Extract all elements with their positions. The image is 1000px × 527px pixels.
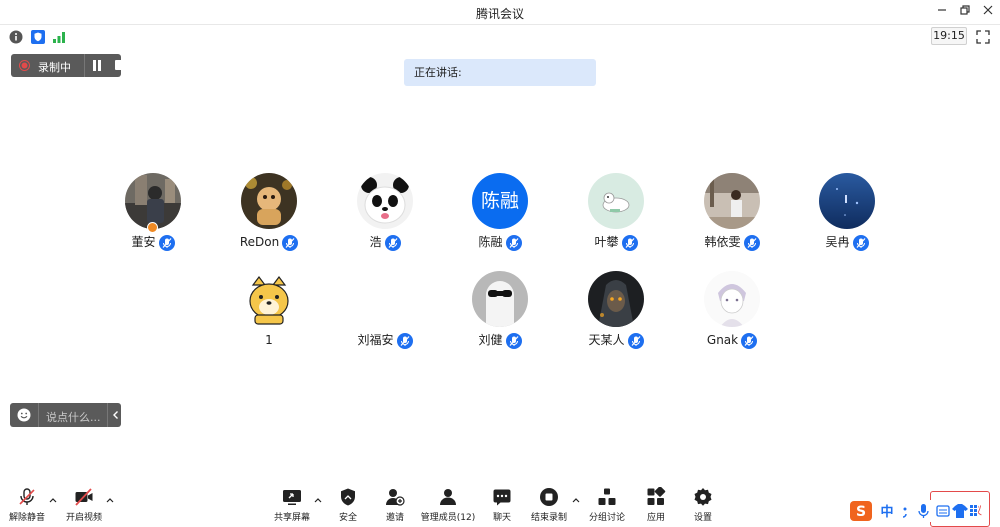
title-bar: 腾讯会议 xyxy=(0,0,1000,25)
participant-tile[interactable]: 1 xyxy=(209,271,329,361)
apps-icon xyxy=(647,487,666,505)
info-bar xyxy=(0,26,1000,46)
participant-name: 陈融 xyxy=(478,235,503,249)
mic-muted-icon xyxy=(505,234,522,251)
stop-recording-icon[interactable] xyxy=(115,60,125,70)
settings-button[interactable]: 设置 xyxy=(668,481,738,527)
participant-tile[interactable]: ReDon xyxy=(209,173,329,263)
mic-muted-icon xyxy=(158,234,175,251)
recording-icon xyxy=(19,60,30,71)
participant-name: 叶攀 xyxy=(594,235,619,249)
participant-name: 刘福安 xyxy=(357,333,394,347)
participant-name: Gnak xyxy=(706,333,739,347)
pause-recording-icon[interactable] xyxy=(92,60,102,71)
divider xyxy=(84,54,85,77)
participant-tile[interactable]: 吴冉 xyxy=(787,173,907,263)
mic-muted-icon xyxy=(282,234,299,251)
participant-tile[interactable]: Gnak xyxy=(672,271,792,361)
ime-toolbar: S 中 xyxy=(848,500,978,522)
mic-muted-icon xyxy=(741,332,758,349)
participant-tile[interactable]: 天某人 xyxy=(556,271,676,361)
avatar xyxy=(241,173,297,229)
mic-muted-icon xyxy=(627,332,644,349)
share-screen-icon xyxy=(283,490,301,505)
speaking-banner: 正在讲话: xyxy=(404,59,596,86)
close-icon[interactable] xyxy=(980,4,996,20)
recording-control: 录制中 xyxy=(11,54,125,77)
avatar xyxy=(241,271,297,327)
mic-off-icon xyxy=(19,488,35,505)
participant-name: 天某人 xyxy=(588,333,625,347)
chat-input-pill[interactable]: 说点什么... xyxy=(10,403,121,427)
participant-tile[interactable]: 刘健 xyxy=(440,271,560,361)
stop-record-icon xyxy=(540,488,558,506)
divider xyxy=(38,403,39,427)
signal-strength-icon[interactable] xyxy=(52,29,66,43)
participant-name: 吴冉 xyxy=(825,235,850,249)
avatar xyxy=(472,271,528,327)
avatar xyxy=(588,173,644,229)
clock-display: 19:15 xyxy=(931,27,967,45)
mic-muted-icon xyxy=(621,234,638,251)
shield-icon xyxy=(341,488,355,506)
chevron-left-icon[interactable] xyxy=(111,410,121,420)
participant-name: 韩依雯 xyxy=(704,235,741,249)
host-badge xyxy=(147,222,158,233)
gear-icon xyxy=(694,488,712,506)
svg-text:S: S xyxy=(856,504,866,520)
divider xyxy=(107,403,108,427)
chat-bubble-icon xyxy=(493,489,511,506)
restore-icon[interactable] xyxy=(957,4,973,20)
mic-muted-icon xyxy=(396,332,413,349)
avatar xyxy=(125,173,181,229)
recording-label: 录制中 xyxy=(38,61,71,74)
mic-muted-icon xyxy=(743,234,760,251)
settings-label: 设置 xyxy=(693,513,712,523)
participant-tile[interactable]: 浩 xyxy=(325,173,445,263)
chevron-up-icon[interactable] xyxy=(106,497,114,503)
participant-name: 浩 xyxy=(369,235,382,249)
chat-input[interactable]: 说点什么... xyxy=(46,409,101,425)
avatar xyxy=(357,173,413,229)
camera-off-icon xyxy=(75,488,93,506)
participant-name: 董安 xyxy=(131,235,156,249)
breakout-icon xyxy=(598,488,616,505)
start-video-label: 开启视频 xyxy=(65,513,102,523)
avatar xyxy=(704,271,760,327)
add-user-icon xyxy=(386,489,405,506)
participant-name: 1 xyxy=(265,333,273,347)
avatar xyxy=(819,173,875,229)
avatar xyxy=(588,271,644,327)
svg-text:中: 中 xyxy=(880,504,893,520)
participant-tile[interactable]: 董安 xyxy=(93,173,213,263)
shield-icon[interactable] xyxy=(31,29,45,44)
participant-tile[interactable]: 陈融 陈融 xyxy=(440,173,560,263)
participant-tile[interactable]: 叶攀 xyxy=(556,173,676,263)
mic-muted-icon xyxy=(505,332,522,349)
window-title: 腾讯会议 xyxy=(475,7,524,21)
minimize-icon[interactable] xyxy=(934,4,950,20)
participant-name: ReDon xyxy=(239,235,280,249)
info-icon[interactable] xyxy=(9,29,23,44)
avatar xyxy=(704,173,760,229)
emoji-icon[interactable] xyxy=(17,408,31,422)
fullscreen-icon[interactable] xyxy=(976,29,990,44)
mic-muted-icon xyxy=(384,234,401,251)
participant-tile[interactable]: 刘福安 xyxy=(325,271,445,361)
participant-tile[interactable]: 韩依雯 xyxy=(672,173,792,263)
mic-muted-icon xyxy=(852,234,869,251)
participant-name: 刘健 xyxy=(478,333,503,347)
members-icon xyxy=(440,489,456,505)
start-video-button[interactable]: 开启视频 xyxy=(49,481,119,527)
avatar: 陈融 xyxy=(472,173,528,229)
